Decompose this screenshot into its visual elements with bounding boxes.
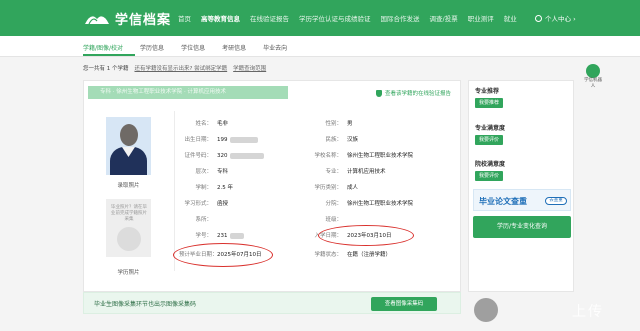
query-scope-link[interactable]: 学籍查询范围 [233, 64, 266, 72]
field-dept: 系所： [195, 217, 212, 223]
main-nav: 首页 高等教育信息 在线验证报告 学历学位认证与成绩验证 国际合作发送 调查/投… [178, 13, 527, 23]
tab-education[interactable]: 学历信息 [140, 43, 164, 52]
redacted-block [229, 136, 258, 143]
view-image-code-button[interactable]: 查看图像采集码 [371, 297, 437, 311]
field-school: 学校名称： 徐州生物工程职业技术学院 [314, 153, 414, 159]
field-student-id: 学号： 231 [179, 230, 244, 242]
logo[interactable]: 学信档案 [83, 8, 171, 28]
field-major: 专业： 计算机应用技术 [325, 169, 386, 175]
sub-nav: 学籍/图像/校对 学历信息 学位信息 考研信息 毕业去向 [0, 36, 640, 57]
recommend-title: 专业推荐 [475, 88, 500, 95]
redacted-block [229, 152, 264, 159]
enrollment-count: 您一共有 1 个学籍 [83, 66, 129, 72]
watermark-circle-icon [474, 298, 498, 322]
school-rate-button[interactable]: 我要评价 [475, 171, 503, 181]
nav-career-test[interactable]: 职业测评 [468, 13, 494, 23]
enrollment-banner: 专科 · 徐州生物工程职业技术学院 · 计算机应用技术 [88, 86, 288, 99]
field-status: 学籍状态： 在籍（注册学籍） [314, 252, 392, 258]
nav-survey[interactable]: 调查/投票 [430, 13, 458, 23]
field-ethnic: 民族： 汉族 [325, 137, 359, 143]
watermark-text: 上传 [572, 304, 604, 320]
tab-destination[interactable]: 毕业去向 [263, 43, 287, 52]
active-tab-indicator [83, 54, 135, 56]
shield-icon [376, 89, 382, 97]
admission-photo [106, 117, 151, 175]
field-level: 层次： 专科 [195, 169, 229, 175]
field-duration: 学制： 2.5 年 [195, 185, 233, 191]
diploma-photo-label: 学历照片 [117, 270, 140, 276]
robot-label: 学信机器人 [584, 78, 602, 89]
plagiarism-check-ad[interactable]: 毕业论文查重 去查重 [473, 189, 571, 211]
highlight-enroll-date [318, 225, 414, 246]
verify-report-link[interactable]: 查看该学籍的在线验证报告 [376, 89, 451, 97]
recommend-button[interactable]: 我要推荐 [475, 98, 503, 108]
field-branch: 分院： 徐州生物工程职业技术学院 [325, 201, 414, 207]
major-satisfaction-title: 专业满意度 [475, 125, 506, 132]
user-center-label: 个人中心 › [545, 15, 576, 23]
user-icon [535, 14, 542, 22]
nav-online-report[interactable]: 在线验证报告 [250, 13, 289, 23]
highlight-graduation-date [173, 243, 273, 267]
enrollment-card: 专科 · 徐州生物工程职业技术学院 · 计算机应用技术 查看该学籍的在线验证报告… [83, 80, 461, 292]
field-study-form: 学习形式： 函授 [184, 201, 229, 207]
nav-higher-education[interactable]: 高等教育信息 [201, 13, 240, 23]
top-nav-bar: 学信档案 首页 高等教育信息 在线验证报告 学历学位认证与成绩验证 国际合作发送… [0, 0, 640, 36]
person-silhouette-icon [117, 227, 141, 251]
field-gender: 性别：男 [325, 121, 353, 127]
major-rate-button[interactable]: 我要评价 [475, 135, 503, 145]
user-center-menu[interactable]: 个人中心 › [535, 13, 576, 23]
book-logo-icon [85, 16, 109, 25]
field-name: 姓名： 毛非 [195, 121, 229, 127]
bind-enrollment-link[interactable]: 还有学籍没有显示出来? 尝试绑定学籍 [135, 64, 228, 72]
nav-home[interactable]: 首页 [178, 13, 191, 23]
upload-watermark: 上传 [468, 296, 628, 326]
field-class: 班级： [325, 217, 342, 223]
field-type: 学历类别： 成人 [314, 185, 359, 191]
nav-employment[interactable]: 就业 [504, 13, 517, 23]
diploma-photo-note: 毕业照片？请在毕业前完成学籍照片采集 [111, 205, 147, 222]
verify-report-label: 查看该学籍的在线验证报告 [385, 91, 452, 97]
breadcrumb: 您一共有 1 个学籍 还有学籍没有显示出来? 尝试绑定学籍 学籍查询范围 [83, 64, 272, 72]
image-collection-text: 毕业生图像采集环节也出示图像采集码 [94, 301, 197, 308]
image-collection-bar: 毕业生图像采集环节也出示图像采集码 查看图像采集码 [83, 292, 461, 314]
diploma-photo-placeholder: 毕业照片？请在毕业前完成学籍照片采集 [106, 199, 151, 257]
field-id: 证件号码： 320 [179, 150, 264, 162]
logo-text: 学信档案 [115, 12, 172, 28]
robot-assistant[interactable]: 学信机器人 [583, 64, 603, 94]
admission-photo-label: 录取照片 [117, 183, 140, 189]
major-change-query-button[interactable]: 学历/专业变化查询 [473, 216, 571, 238]
divider [174, 111, 175, 271]
robot-icon [586, 64, 600, 78]
field-birth: 出生日期： 199 [179, 134, 258, 146]
tab-degree[interactable]: 学位信息 [181, 43, 205, 52]
ad-pill-button[interactable]: 去查重 [545, 197, 567, 205]
tab-enrollment[interactable]: 学籍/图像/校对 [83, 43, 123, 52]
nav-certification[interactable]: 学历学位认证与成绩验证 [299, 13, 371, 23]
school-satisfaction-title: 院校满意度 [475, 161, 506, 168]
redacted-block [229, 232, 244, 239]
right-sidebar: 专业推荐 我要推荐 专业满意度 我要评价 院校满意度 我要评价 毕业论文查重 去… [468, 80, 574, 292]
ad-text: 毕业论文查重 [479, 197, 527, 206]
nav-international[interactable]: 国际合作发送 [381, 13, 420, 23]
tab-postgrad[interactable]: 考研信息 [222, 43, 246, 52]
